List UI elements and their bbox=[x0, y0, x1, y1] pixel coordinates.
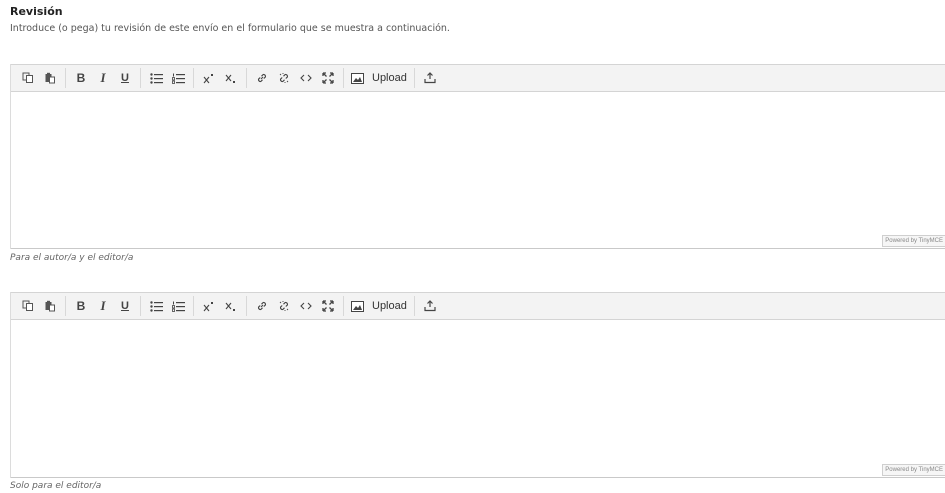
upload-button[interactable]: Upload bbox=[348, 68, 410, 88]
superscript-button[interactable] bbox=[198, 68, 220, 88]
clipboard-group bbox=[13, 296, 66, 316]
italic-button[interactable]: I bbox=[92, 68, 114, 88]
numbered-list-button[interactable] bbox=[167, 296, 189, 316]
underline-button[interactable]: U bbox=[114, 296, 136, 316]
fullscreen-button[interactable] bbox=[317, 68, 339, 88]
download-button[interactable] bbox=[419, 68, 441, 88]
link-button[interactable] bbox=[251, 68, 273, 88]
bullet-list-icon bbox=[149, 72, 163, 84]
superscript-icon bbox=[203, 73, 213, 83]
image-upload-icon bbox=[351, 72, 364, 84]
field-note-editor: Solo para el editor/a bbox=[10, 481, 102, 491]
download-group bbox=[415, 68, 445, 88]
copy-icon bbox=[22, 300, 33, 311]
rich-text-editor-author: B I U Upload Powered by TinyMCE bbox=[10, 64, 945, 249]
image-upload-icon bbox=[351, 300, 364, 312]
powered-by-badge[interactable]: Powered by TinyMCE bbox=[882, 235, 945, 247]
code-icon bbox=[300, 74, 312, 82]
bold-button[interactable]: B bbox=[70, 296, 92, 316]
editor-content-area[interactable]: Powered by TinyMCE bbox=[11, 92, 945, 249]
copy-icon bbox=[22, 72, 33, 83]
paste-icon bbox=[45, 72, 55, 84]
numbered-list-icon bbox=[171, 73, 185, 84]
link-group bbox=[247, 296, 344, 316]
superscript-button[interactable] bbox=[198, 296, 220, 316]
subscript-icon bbox=[225, 302, 235, 311]
upload-label: Upload bbox=[372, 300, 407, 312]
download-group bbox=[415, 296, 445, 316]
link-icon bbox=[257, 73, 267, 83]
bullet-list-button[interactable] bbox=[145, 68, 167, 88]
link-group bbox=[247, 68, 344, 88]
bold-button[interactable]: B bbox=[70, 68, 92, 88]
clipboard-group bbox=[13, 68, 66, 88]
upload-group: Upload bbox=[344, 296, 415, 316]
editor-toolbar: B I U Upload bbox=[11, 64, 945, 92]
subscript-button[interactable] bbox=[220, 296, 242, 316]
list-group bbox=[141, 68, 194, 88]
editor-content-area[interactable]: Powered by TinyMCE bbox=[11, 320, 945, 478]
upload-button[interactable]: Upload bbox=[348, 296, 410, 316]
field-note-author: Para el autor/a y el editor/a bbox=[10, 253, 134, 263]
unlink-button[interactable] bbox=[273, 296, 295, 316]
rich-text-editor-editor: B I U Upload Powered by TinyMCE bbox=[10, 292, 945, 478]
download-button[interactable] bbox=[419, 296, 441, 316]
format-group: B I U bbox=[66, 296, 141, 316]
script-group bbox=[194, 68, 247, 88]
upload-group: Upload bbox=[344, 68, 415, 88]
unlink-icon bbox=[279, 73, 289, 83]
numbered-list-icon bbox=[171, 301, 185, 312]
format-group: B I U bbox=[66, 68, 141, 88]
bullet-list-button[interactable] bbox=[145, 296, 167, 316]
bullet-list-icon bbox=[149, 300, 163, 312]
link-button[interactable] bbox=[251, 296, 273, 316]
upload-label: Upload bbox=[372, 72, 407, 84]
subscript-icon bbox=[225, 74, 235, 83]
link-icon bbox=[257, 301, 267, 311]
script-group bbox=[194, 296, 247, 316]
download-icon bbox=[424, 72, 436, 84]
code-icon bbox=[300, 302, 312, 310]
unlink-button[interactable] bbox=[273, 68, 295, 88]
fullscreen-icon bbox=[322, 72, 334, 84]
source-code-button[interactable] bbox=[295, 68, 317, 88]
unlink-icon bbox=[279, 301, 289, 311]
source-code-button[interactable] bbox=[295, 296, 317, 316]
review-form: Revisión Introduce (o pega) tu revisión … bbox=[0, 0, 945, 493]
section-description: Introduce (o pega) tu revisión de este e… bbox=[10, 23, 450, 34]
paste-button[interactable] bbox=[39, 296, 61, 316]
copy-button[interactable] bbox=[17, 296, 39, 316]
list-group bbox=[141, 296, 194, 316]
section-title: Revisión bbox=[10, 5, 63, 18]
underline-button[interactable]: U bbox=[114, 68, 136, 88]
fullscreen-icon bbox=[322, 300, 334, 312]
download-icon bbox=[424, 300, 436, 312]
subscript-button[interactable] bbox=[220, 68, 242, 88]
copy-button[interactable] bbox=[17, 68, 39, 88]
fullscreen-button[interactable] bbox=[317, 296, 339, 316]
powered-by-badge[interactable]: Powered by TinyMCE bbox=[882, 464, 945, 476]
superscript-icon bbox=[203, 301, 213, 311]
editor-toolbar: B I U Upload bbox=[11, 292, 945, 320]
paste-button[interactable] bbox=[39, 68, 61, 88]
paste-icon bbox=[45, 300, 55, 312]
italic-button[interactable]: I bbox=[92, 296, 114, 316]
numbered-list-button[interactable] bbox=[167, 68, 189, 88]
